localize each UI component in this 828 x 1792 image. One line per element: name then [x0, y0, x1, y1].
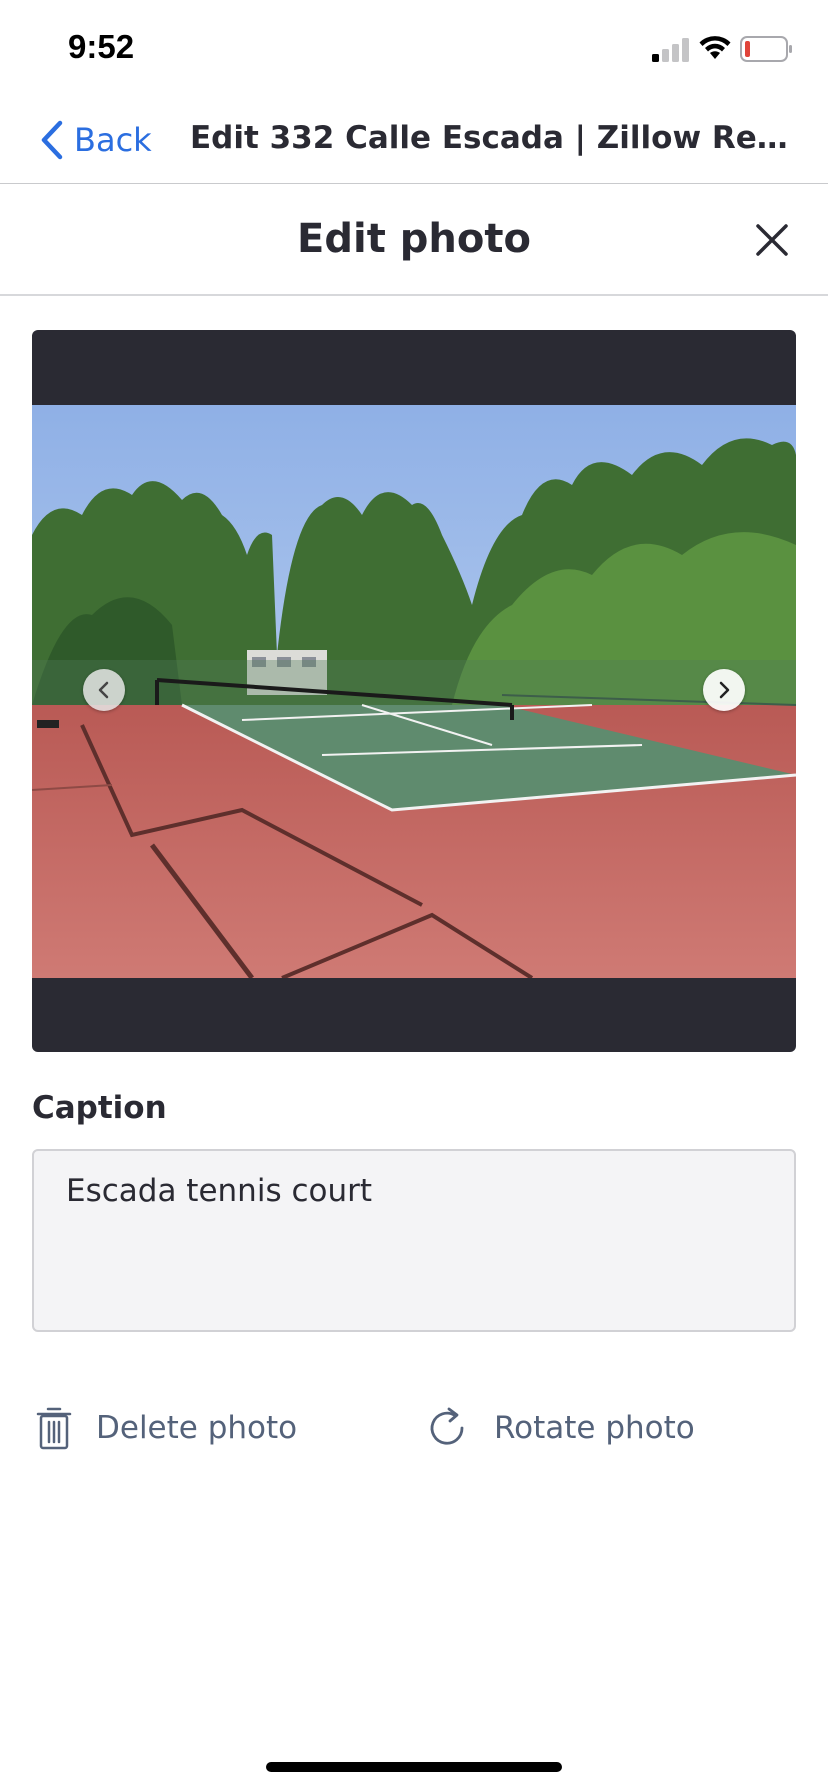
wifi-icon: [699, 36, 731, 59]
rotate-icon: [430, 1407, 464, 1445]
caption-input[interactable]: Escada tennis court: [32, 1149, 796, 1332]
home-indicator[interactable]: [266, 1762, 562, 1772]
trash-icon: [36, 1407, 72, 1450]
photo-viewer: [32, 330, 796, 1052]
caption-label: Caption: [32, 1090, 167, 1126]
rotate-photo-label: Rotate photo: [494, 1410, 695, 1446]
modal-header: Edit photo: [0, 186, 828, 296]
cellular-signal-icon: [652, 38, 689, 62]
back-button[interactable]: Back: [40, 116, 152, 164]
tennis-court-photo: [32, 405, 796, 978]
chevron-left-icon: [41, 120, 63, 160]
close-icon[interactable]: [754, 222, 790, 258]
modal-title: Edit photo: [297, 216, 531, 262]
delete-photo-label: Delete photo: [96, 1410, 298, 1446]
rotate-photo-button[interactable]: Rotate photo: [424, 1400, 695, 1456]
back-label: Back: [74, 121, 152, 159]
previous-photo-button[interactable]: [83, 669, 125, 711]
battery-low-icon: [740, 36, 792, 62]
chevron-left-icon: [98, 681, 109, 699]
navigation-bar: Back Edit 332 Calle Escada | Zillow Rent…: [0, 96, 828, 184]
status-bar: 9:52: [0, 0, 828, 96]
chevron-right-icon: [719, 681, 730, 699]
delete-photo-button[interactable]: Delete photo: [36, 1400, 297, 1456]
next-photo-button[interactable]: [703, 669, 745, 711]
status-time: 9:52: [68, 28, 135, 65]
page-title: Edit 332 Calle Escada | Zillow Rental Ma…: [190, 120, 790, 156]
